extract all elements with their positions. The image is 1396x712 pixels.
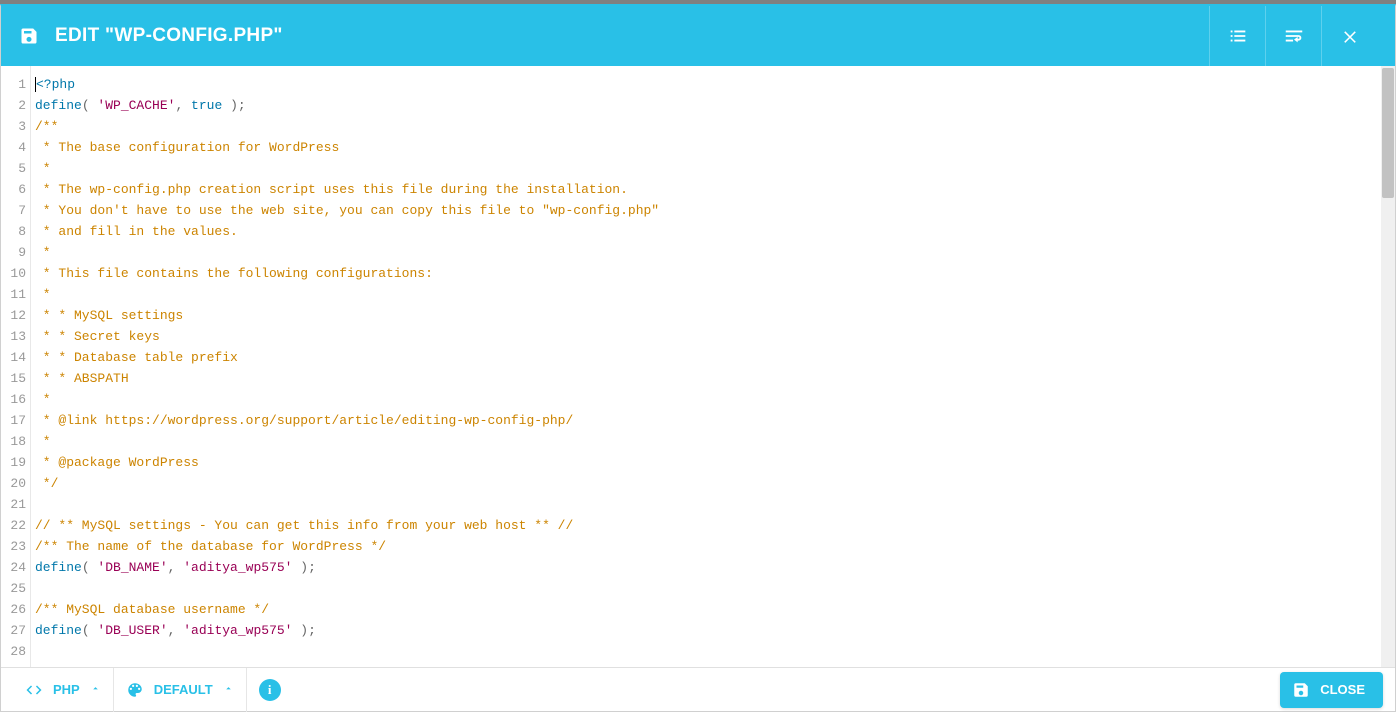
line-number: 16 — [1, 389, 26, 410]
line-number: 28 — [1, 641, 26, 662]
code-line[interactable] — [35, 578, 1391, 599]
code-line[interactable]: * * ABSPATH — [35, 368, 1391, 389]
code-line[interactable]: * The base configuration for WordPress — [35, 137, 1391, 158]
line-number: 25 — [1, 578, 26, 599]
code-line[interactable]: define( 'WP_CACHE', true ); — [35, 95, 1391, 116]
language-label: PHP — [53, 682, 80, 697]
list-icon[interactable] — [1209, 6, 1265, 66]
line-number: 26 — [1, 599, 26, 620]
line-number: 2 — [1, 95, 26, 116]
line-number: 12 — [1, 305, 26, 326]
code-line[interactable]: * The wp-config.php creation script uses… — [35, 179, 1391, 200]
close-button-label: CLOSE — [1320, 682, 1365, 697]
line-number: 3 — [1, 116, 26, 137]
code-line[interactable]: <?php — [35, 74, 1391, 95]
theme-label: DEFAULT — [154, 682, 213, 697]
code-line[interactable]: /** — [35, 116, 1391, 137]
info-button[interactable]: i — [247, 668, 293, 712]
code-line[interactable] — [35, 494, 1391, 515]
title-bar: EDIT "WP-CONFIG.PHP" — [1, 6, 1395, 66]
code-line[interactable]: define( 'DB_NAME', 'aditya_wp575' ); — [35, 557, 1391, 578]
line-number: 19 — [1, 452, 26, 473]
code-line[interactable]: * — [35, 389, 1391, 410]
editor-window: EDIT "WP-CONFIG.PHP" 1234567891011121314… — [0, 4, 1396, 712]
line-number: 15 — [1, 368, 26, 389]
window-title: EDIT "WP-CONFIG.PHP" — [55, 25, 283, 47]
line-number: 20 — [1, 473, 26, 494]
line-number: 5 — [1, 158, 26, 179]
code-line[interactable]: * — [35, 284, 1391, 305]
code-line[interactable]: * * MySQL settings — [35, 305, 1391, 326]
line-number: 13 — [1, 326, 26, 347]
line-number: 18 — [1, 431, 26, 452]
line-number: 27 — [1, 620, 26, 641]
chevron-up-icon — [223, 683, 234, 697]
line-number: 23 — [1, 536, 26, 557]
code-line[interactable]: * and fill in the values. — [35, 221, 1391, 242]
language-selector[interactable]: PHP — [13, 668, 114, 712]
code-line[interactable]: * @package WordPress — [35, 452, 1391, 473]
close-button[interactable]: CLOSE — [1280, 672, 1383, 708]
save-icon[interactable] — [19, 26, 39, 46]
code-line[interactable]: * You don't have to use the web site, yo… — [35, 200, 1391, 221]
code-line[interactable]: */ — [35, 473, 1391, 494]
code-line[interactable]: * * Database table prefix — [35, 347, 1391, 368]
code-line[interactable]: * This file contains the following confi… — [35, 263, 1391, 284]
line-number: 4 — [1, 137, 26, 158]
theme-selector[interactable]: DEFAULT — [114, 668, 247, 712]
chevron-up-icon — [90, 683, 101, 697]
line-number: 21 — [1, 494, 26, 515]
close-icon[interactable] — [1321, 6, 1377, 66]
code-line[interactable]: define( 'DB_USER', 'aditya_wp575' ); — [35, 620, 1391, 641]
line-number: 8 — [1, 221, 26, 242]
code-line[interactable]: * @link https://wordpress.org/support/ar… — [35, 410, 1391, 431]
line-number: 14 — [1, 347, 26, 368]
code-line[interactable]: /** MySQL database username */ — [35, 599, 1391, 620]
scrollbar-track[interactable] — [1381, 66, 1395, 667]
scrollbar-thumb[interactable] — [1382, 68, 1394, 198]
code-line[interactable]: * — [35, 242, 1391, 263]
info-icon: i — [259, 679, 281, 701]
line-number: 10 — [1, 263, 26, 284]
code-line[interactable]: // ** MySQL settings - You can get this … — [35, 515, 1391, 536]
line-number: 17 — [1, 410, 26, 431]
line-number: 6 — [1, 179, 26, 200]
line-number: 9 — [1, 242, 26, 263]
code-line[interactable]: * — [35, 431, 1391, 452]
line-gutter: 1234567891011121314151617181920212223242… — [1, 66, 31, 667]
line-number: 11 — [1, 284, 26, 305]
editor-area: 1234567891011121314151617181920212223242… — [1, 66, 1395, 667]
code-editor[interactable]: <?phpdefine( 'WP_CACHE', true );/** * Th… — [31, 66, 1395, 667]
line-number: 22 — [1, 515, 26, 536]
code-line[interactable] — [35, 641, 1391, 662]
line-number: 1 — [1, 74, 26, 95]
status-bar: PHP DEFAULT i CLOSE — [1, 667, 1395, 711]
code-line[interactable]: /** The name of the database for WordPre… — [35, 536, 1391, 557]
wrap-icon[interactable] — [1265, 6, 1321, 66]
line-number: 24 — [1, 557, 26, 578]
code-line[interactable]: * * Secret keys — [35, 326, 1391, 347]
code-line[interactable]: * — [35, 158, 1391, 179]
line-number: 7 — [1, 200, 26, 221]
